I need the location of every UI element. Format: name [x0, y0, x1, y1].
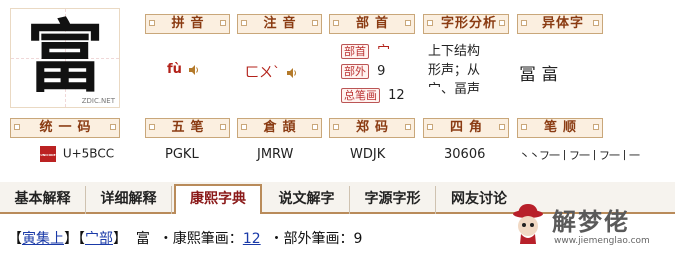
- zixing-value: 上下结构 形声；从 宀、畐声: [428, 44, 481, 97]
- speaker-icon[interactable]: [286, 67, 298, 79]
- watermark: 解梦佬 www.jiemenglao.com: [504, 196, 674, 254]
- character-display: 富 ZDIC.NET: [10, 8, 120, 108]
- cangjie-value: JMRW: [257, 147, 294, 162]
- unicode-icon[interactable]: UNICODE: [40, 146, 56, 162]
- outer-stroke-value: 9: [353, 231, 363, 247]
- outer-stroke-label: ・部外筆画：: [269, 231, 354, 247]
- buwai-tag: 部外: [341, 64, 369, 79]
- bushou-tag: 部首: [341, 44, 369, 59]
- tab-shuowen[interactable]: 说文解字: [264, 186, 350, 214]
- zongbihua-row: 总笔画 12: [341, 88, 405, 103]
- kangxi-entry: 【寅集上】【宀部】 富 ・康熙筆画：12 ・部外筆画：9: [8, 228, 362, 248]
- zixing-header: 字形分析: [423, 14, 509, 34]
- pinyin-text: fù: [167, 62, 182, 77]
- zhengma-value: WDJK: [350, 147, 386, 162]
- watermark-url: www.jiemenglao.com: [554, 236, 650, 246]
- zongbihua-tag: 总笔画: [341, 88, 380, 103]
- unicode-icon-text: UNICODE: [40, 153, 56, 157]
- tab-detailed[interactable]: 详细解释: [86, 186, 172, 214]
- cangjie-header: 倉頡: [237, 118, 322, 138]
- pinyin-value: fù: [167, 62, 200, 77]
- kangxi-stroke-label: ・康熙筆画：: [158, 231, 243, 247]
- bushou-row: 部首 宀: [341, 40, 390, 59]
- kangxi-stroke-link[interactable]: 12: [243, 231, 261, 247]
- entry-character: 富: [135, 231, 150, 247]
- speaker-icon[interactable]: [188, 64, 200, 76]
- radical-link[interactable]: 宀部: [85, 231, 113, 247]
- wubi-header: 五笔: [145, 118, 230, 138]
- tongyi-text: U+5BCC: [62, 146, 115, 161]
- yiti-header: 异体字: [517, 14, 603, 34]
- zhuyin-value: ㄈㄨˋ: [245, 62, 298, 82]
- bushou-value[interactable]: 宀: [377, 44, 390, 59]
- pinyin-header: 拼音: [145, 14, 230, 34]
- collection-link[interactable]: 寅集上: [22, 231, 64, 247]
- sijiao-value: 30606: [444, 147, 486, 162]
- zongbihua-value: 12: [388, 88, 405, 103]
- tab-ziyuan[interactable]: 字源字形: [350, 186, 436, 214]
- wubi-value: PGKL: [165, 147, 199, 162]
- bushou-header: 部首: [329, 14, 415, 34]
- tongyi-value: UNICODE U+5BCC: [40, 146, 114, 162]
- bishun-value: 丶丶フ一丨フ一丨フ一丨一: [519, 149, 640, 162]
- tongyi-header: 统一码: [10, 118, 120, 138]
- site-mark: ZDIC.NET: [81, 97, 115, 105]
- tab-basic[interactable]: 基本解释: [0, 186, 86, 214]
- zhengma-header: 郑码: [329, 118, 415, 138]
- detective-logo-icon: [513, 204, 543, 244]
- zhuyin-header: 注音: [237, 14, 322, 34]
- bracket: 】: [113, 231, 127, 247]
- buwai-value: 9: [377, 64, 386, 79]
- bracket: 【: [8, 231, 22, 247]
- character-glyph: 富: [25, 12, 104, 103]
- tab-kangxi[interactable]: 康熙字典: [174, 184, 262, 214]
- bracket: 【: [78, 231, 85, 247]
- yiti-value[interactable]: 冨 畗: [519, 60, 558, 85]
- bracket: 】: [64, 231, 78, 247]
- bishun-header: 笔顺: [517, 118, 603, 138]
- zhuyin-text: ㄈㄨˋ: [245, 65, 280, 81]
- watermark-title: 解梦佬: [552, 208, 630, 236]
- buwai-row: 部外 9: [341, 64, 385, 79]
- sijiao-header: 四角: [423, 118, 509, 138]
